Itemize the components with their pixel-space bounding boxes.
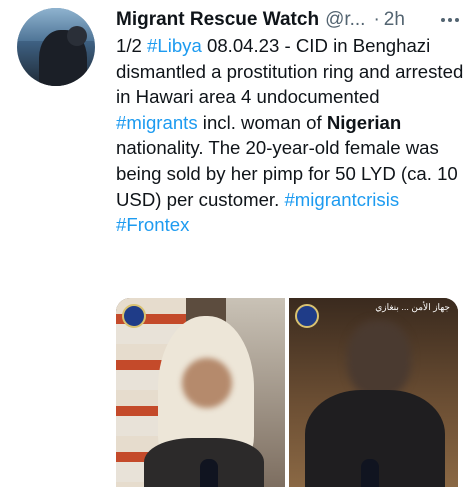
author-name[interactable]: Migrant Rescue Watch: [116, 9, 319, 31]
tweet-time[interactable]: 2h: [384, 9, 405, 31]
media-1-microphone: [200, 459, 218, 487]
hashtag-libya[interactable]: #Libya: [147, 35, 202, 56]
hashtag-migrants[interactable]: #migrants: [116, 112, 198, 133]
more-icon[interactable]: [438, 8, 462, 32]
bold-nigerian: Nigerian: [326, 111, 402, 133]
hashtag-frontex[interactable]: #Frontex: [116, 214, 189, 235]
police-logo-icon: [122, 304, 146, 328]
avatar[interactable]: [17, 8, 95, 86]
media-image-2[interactable]: جهاز الأمن ... بنغازي: [289, 298, 458, 487]
tweet-header: Migrant Rescue Watch @r... · 2h: [116, 6, 462, 34]
police-logo-icon: [295, 304, 319, 328]
media-2-caption: جهاز الأمن ... بنغازي: [375, 302, 450, 312]
separator-dot: ·: [373, 9, 380, 30]
media-2-blurred-face: [347, 320, 411, 398]
media-2-microphone: [361, 459, 379, 487]
author-handle[interactable]: @r...: [325, 9, 365, 31]
text-part-3: incl. woman of: [197, 111, 327, 133]
media-image-1[interactable]: [116, 298, 285, 487]
tweet-text: 1/2 #Libya 08.04.23 - CID in Benghazi di…: [116, 33, 466, 238]
avatar-head: [67, 26, 87, 46]
text-part-1: 1/2: [116, 35, 148, 56]
hashtag-migrantcrisis[interactable]: #migrantcrisis: [284, 189, 399, 210]
media-1-blurred-face: [182, 358, 232, 408]
